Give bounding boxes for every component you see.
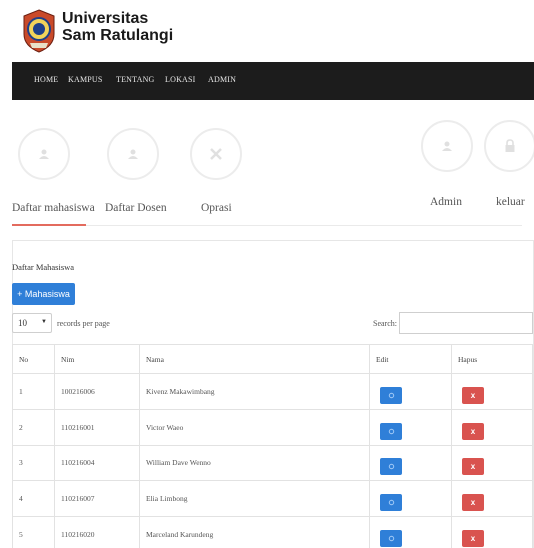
user-icon [128, 149, 138, 159]
tools-icon [210, 148, 222, 160]
edit-icon [388, 464, 394, 470]
oprasi-circle-button[interactable] [190, 128, 242, 180]
top-navbar: HOME KAMPUS TENTANG LOKASI ADMIN [12, 62, 534, 100]
edit-icon [388, 392, 394, 399]
cell-hapus: x [451, 516, 533, 548]
admin-circle-button[interactable] [421, 120, 473, 172]
add-mahasiswa-button[interactable]: + Mahasiswa [12, 283, 75, 305]
cell-nim: 110216007 [54, 480, 140, 518]
delete-button[interactable]: x [462, 422, 484, 440]
cell-hapus: x [451, 444, 533, 482]
cell-edit [369, 408, 452, 446]
page-length-select[interactable]: 10 ▼ [12, 313, 52, 333]
brand-line-1: Universitas [62, 10, 149, 27]
user-icon [442, 141, 452, 151]
cell-nama: Victor Waeo [139, 408, 370, 446]
edit-button[interactable] [380, 386, 402, 404]
search-label: Search: [373, 319, 397, 328]
mahasiswa-table: No Nim Nama Edit Hapus 1 100216006 Kiven… [12, 344, 533, 548]
site-brand[interactable]: Universitas Sam Ratulangi [62, 10, 173, 44]
tab-daftar-mahasiswa[interactable]: Daftar mahasiswa [12, 202, 95, 214]
active-tab-indicator [12, 224, 86, 226]
table-header-row: No Nim Nama Edit Hapus [12, 344, 533, 374]
edit-button[interactable] [380, 494, 402, 512]
records-per-page-label: records per page [57, 319, 110, 328]
university-logo[interactable] [21, 8, 57, 54]
tab-admin[interactable]: Admin [430, 196, 462, 208]
page-length-value: 10 [18, 318, 27, 328]
cell-edit [369, 516, 452, 548]
cell-nim: 100216006 [54, 373, 140, 410]
cell-edit [369, 480, 452, 518]
cell-nim: 110216004 [54, 444, 140, 482]
panel-title: Daftar Mahasiswa [12, 262, 75, 272]
edit-icon [388, 428, 394, 434]
cell-nim: 110216001 [54, 408, 140, 446]
nav-home[interactable]: HOME [34, 75, 58, 84]
edit-icon [388, 500, 394, 506]
cell-no: 5 [12, 516, 55, 548]
edit-icon [388, 535, 394, 542]
cell-no: 1 [12, 373, 55, 410]
col-header-edit[interactable]: Edit [369, 344, 452, 374]
user-icon [39, 149, 49, 159]
edit-button[interactable] [380, 422, 402, 440]
cell-nama: Marceland Karundeng [139, 516, 370, 548]
caret-down-icon: ▼ [41, 319, 47, 325]
site-header: Universitas Sam Ratulangi [0, 0, 534, 62]
cell-no: 3 [12, 444, 55, 482]
dosen-circle-button[interactable] [107, 128, 159, 180]
tab-oprasi[interactable]: Oprasi [201, 202, 232, 214]
search-input[interactable] [399, 312, 533, 334]
cell-hapus: x [451, 480, 533, 518]
nav-lokasi[interactable]: LOKASI [165, 75, 196, 84]
cell-nama: Elia Limbong [139, 480, 370, 518]
delete-button[interactable]: x [462, 494, 484, 512]
cell-no: 4 [12, 480, 55, 518]
edit-button[interactable] [380, 458, 402, 476]
nav-kampus[interactable]: KAMPUS [68, 75, 103, 84]
col-header-nim[interactable]: Nim [54, 344, 140, 374]
tab-daftar-dosen[interactable]: Daftar Dosen [105, 202, 167, 214]
cell-nama: Kivenz Makawimbang [139, 373, 370, 410]
col-header-no[interactable]: No [12, 344, 55, 374]
lock-icon [505, 139, 515, 152]
cell-hapus: x [451, 408, 533, 446]
delete-button[interactable]: x [462, 458, 484, 476]
col-header-hapus[interactable]: Hapus [451, 344, 533, 374]
tab-keluar[interactable]: keluar [496, 196, 525, 208]
keluar-circle-button[interactable] [484, 120, 534, 172]
table-row: 3 110216004 William Dave Wenno x [12, 444, 533, 482]
table-row: 5 110216020 Marceland Karundeng x [12, 516, 533, 548]
cell-edit [369, 444, 452, 482]
nav-admin[interactable]: ADMIN [208, 75, 236, 84]
col-header-nama[interactable]: Nama [139, 344, 370, 374]
edit-button[interactable] [380, 530, 402, 548]
delete-button[interactable]: x [462, 386, 484, 404]
delete-button[interactable]: x [462, 530, 484, 548]
cell-nim: 110216020 [54, 516, 140, 548]
cell-no: 2 [12, 408, 55, 446]
tab-divider [12, 225, 522, 226]
cell-hapus: x [451, 373, 533, 410]
cell-edit [369, 373, 452, 410]
table-row: 2 110216001 Victor Waeo x [12, 408, 533, 446]
nav-tentang[interactable]: TENTANG [116, 75, 155, 84]
table-row: 4 110216007 Elia Limbong x [12, 480, 533, 518]
brand-line-2: Sam Ratulangi [62, 27, 174, 44]
mahasiswa-circle-button[interactable] [18, 128, 70, 180]
table-row: 1 100216006 Kivenz Makawimbang x [12, 373, 533, 410]
cell-nama: William Dave Wenno [139, 444, 370, 482]
